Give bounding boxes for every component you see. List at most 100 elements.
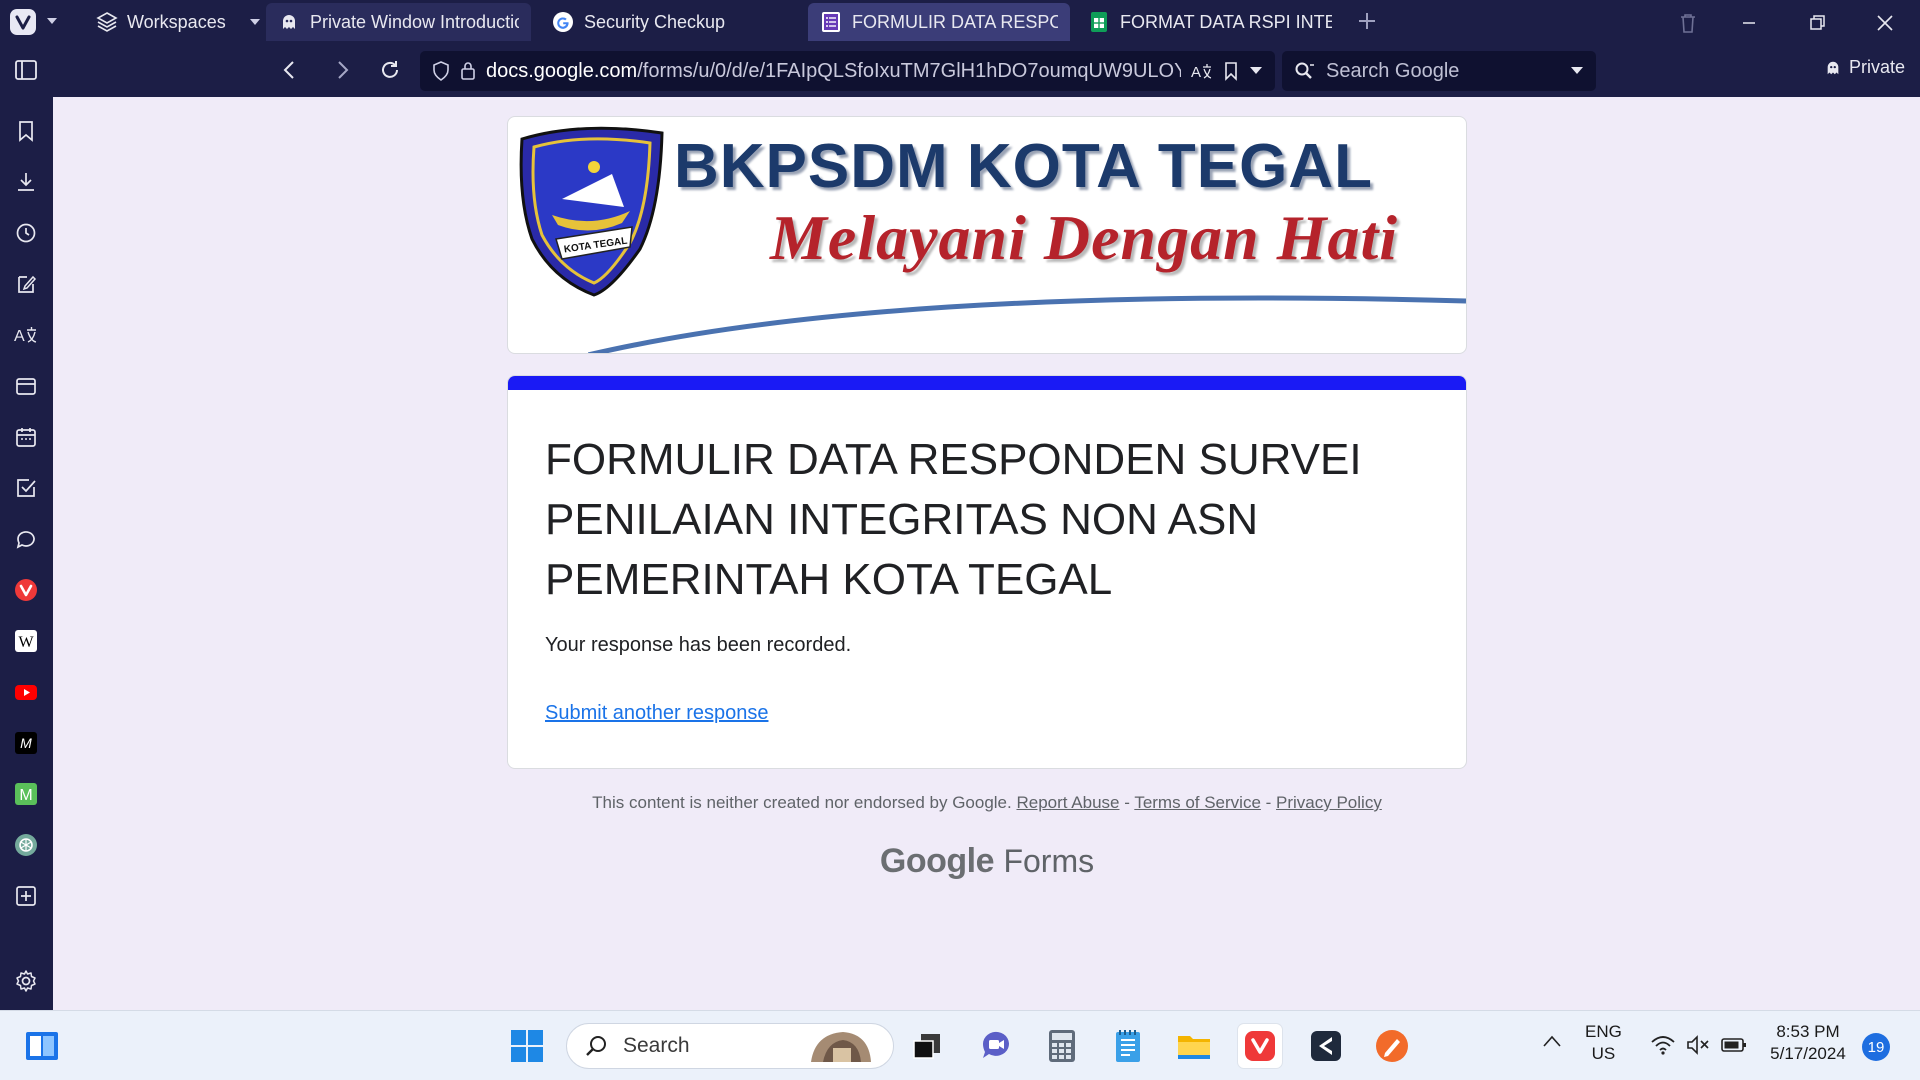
privacy-link[interactable]: Privacy Policy bbox=[1276, 793, 1382, 812]
file-explorer-icon[interactable] bbox=[1172, 1024, 1216, 1068]
downloads-icon[interactable] bbox=[12, 168, 40, 196]
window-panel-icon[interactable] bbox=[12, 372, 40, 400]
mastodon-icon[interactable]: M bbox=[12, 729, 40, 757]
confirmation-message: Your response has been recorded. bbox=[545, 634, 852, 656]
translate-icon[interactable]: A bbox=[12, 321, 40, 349]
vivaldi-menu-icon[interactable] bbox=[10, 9, 36, 35]
card-accent-bar bbox=[508, 376, 1466, 390]
google-forms-icon bbox=[820, 11, 842, 33]
calendar-icon[interactable] bbox=[12, 423, 40, 451]
kota-tegal-emblem-icon: KOTA TEGAL bbox=[519, 126, 664, 297]
chevron-down-icon[interactable] bbox=[1249, 66, 1263, 76]
close-icon[interactable] bbox=[1874, 12, 1896, 34]
private-ghost-icon bbox=[278, 11, 300, 33]
settings-icon[interactable] bbox=[12, 967, 40, 995]
tab-title: FORMAT DATA RSPI INTERNAL bbox=[1120, 11, 1332, 32]
chevron-down-icon[interactable] bbox=[46, 17, 58, 25]
back-icon[interactable] bbox=[278, 58, 302, 82]
teams-chat-icon[interactable] bbox=[974, 1024, 1018, 1068]
wikipedia-icon[interactable]: W bbox=[12, 627, 40, 655]
address-field[interactable]: docs.google.com/forms/u/0/d/e/1FAIpQLSfo… bbox=[420, 51, 1275, 91]
clock-time: 8:53 PM bbox=[1776, 1022, 1840, 1041]
banner-swoosh bbox=[588, 295, 1466, 353]
battery-icon[interactable] bbox=[1720, 1034, 1748, 1056]
history-icon[interactable] bbox=[12, 219, 40, 247]
widgets-icon[interactable] bbox=[20, 1024, 64, 1068]
form-confirmation-card: FORMULIR DATA RESPONDEN SURVEI PENILAIAN… bbox=[507, 375, 1467, 769]
start-icon[interactable] bbox=[505, 1024, 549, 1068]
vivaldi-taskbar-icon[interactable] bbox=[1238, 1024, 1282, 1068]
clock-date: 5/17/2024 bbox=[1770, 1044, 1846, 1063]
notes-icon[interactable] bbox=[12, 270, 40, 298]
language-indicator[interactable]: ENG US bbox=[1585, 1021, 1622, 1065]
clock[interactable]: 8:53 PM 5/17/2024 bbox=[1766, 1021, 1850, 1065]
search-icon bbox=[1294, 61, 1316, 81]
address-toolbar: docs.google.com/forms/u/0/d/e/1FAIpQLSfo… bbox=[0, 44, 1920, 97]
chevron-down-icon[interactable] bbox=[1570, 66, 1584, 76]
new-tab-plus-icon[interactable] bbox=[1356, 10, 1378, 32]
side-panel: A W M M bbox=[0, 97, 53, 1010]
terms-link[interactable]: Terms of Service bbox=[1134, 793, 1261, 812]
panel-toggle-icon[interactable] bbox=[14, 58, 38, 82]
vivaldi-icon[interactable] bbox=[12, 576, 40, 604]
bookmark-icon[interactable] bbox=[1223, 61, 1239, 81]
banner-tagline: Melayani Dengan Hati bbox=[770, 202, 1399, 273]
page-content: KOTA TEGAL BKPSDM KOTA TEGAL Melayani De… bbox=[53, 97, 1920, 1010]
google-forms-logo[interactable]: Google Forms bbox=[507, 842, 1467, 881]
minimize-icon[interactable] bbox=[1738, 12, 1760, 34]
submit-another-link[interactable]: Submit another response bbox=[545, 702, 768, 725]
reload-icon[interactable] bbox=[378, 58, 402, 82]
form-title: FORMULIR DATA RESPONDEN SURVEI PENILAIAN… bbox=[545, 435, 1362, 604]
tab-bar: Workspaces Private Window Introduction S… bbox=[0, 0, 1920, 44]
add-panel-icon[interactable] bbox=[12, 882, 40, 910]
chat-icon[interactable] bbox=[12, 525, 40, 553]
notepad-icon[interactable] bbox=[1106, 1024, 1150, 1068]
search-engine-field[interactable]: Search Google bbox=[1282, 51, 1596, 91]
restore-icon[interactable] bbox=[1806, 12, 1828, 34]
forward-icon[interactable] bbox=[330, 58, 354, 82]
form-footer: This content is neither created nor endo… bbox=[507, 793, 1467, 813]
mail-m-icon[interactable]: M bbox=[12, 780, 40, 808]
tab-formulir-data[interactable]: FORMULIR DATA RESPONDEN bbox=[808, 3, 1070, 41]
search-highlight-icon bbox=[805, 1028, 875, 1064]
taskbar-search-label: Search bbox=[623, 1034, 690, 1057]
taskbar-search[interactable]: Search bbox=[566, 1023, 894, 1069]
youtube-icon[interactable] bbox=[12, 678, 40, 706]
tray-overflow-chevron-icon[interactable] bbox=[1542, 1034, 1562, 1048]
notification-badge[interactable]: 19 bbox=[1862, 1033, 1890, 1061]
svg-text:M: M bbox=[20, 735, 32, 751]
shield-icon[interactable] bbox=[432, 61, 450, 81]
workspaces-button[interactable]: Workspaces bbox=[96, 8, 261, 36]
search-icon bbox=[585, 1034, 609, 1058]
translate-icon[interactable]: A bbox=[1191, 61, 1213, 81]
svg-text:W: W bbox=[18, 634, 34, 651]
tab-format-data[interactable]: FORMAT DATA RSPI INTERNAL bbox=[1076, 3, 1344, 41]
private-indicator: Private bbox=[1825, 57, 1905, 78]
search-placeholder: Search Google bbox=[1326, 59, 1460, 82]
trash-icon[interactable] bbox=[1677, 12, 1699, 34]
windows-taskbar: Search ENG US 8:53 PM 5/17/2024 19 bbox=[0, 1010, 1920, 1080]
separator: - bbox=[1260, 793, 1277, 812]
tasks-icon[interactable] bbox=[12, 474, 40, 502]
task-view-icon[interactable] bbox=[905, 1024, 949, 1068]
svg-text:M: M bbox=[19, 787, 32, 804]
workspaces-label: Workspaces bbox=[127, 11, 226, 32]
tab-security-checkup[interactable]: Security Checkup bbox=[540, 3, 805, 41]
language-line-1: ENG bbox=[1585, 1022, 1622, 1041]
svg-text:A: A bbox=[1191, 64, 1201, 81]
wifi-icon[interactable] bbox=[1650, 1034, 1676, 1056]
lock-icon[interactable] bbox=[460, 61, 476, 81]
speaker-muted-icon[interactable] bbox=[1685, 1034, 1711, 1056]
kleopatra-app-icon[interactable] bbox=[1304, 1024, 1348, 1068]
tab-title: Security Checkup bbox=[584, 11, 726, 32]
pen-app-icon[interactable] bbox=[1370, 1024, 1414, 1068]
logo-google-text: Google bbox=[879, 842, 995, 880]
calculator-icon[interactable] bbox=[1040, 1024, 1084, 1068]
svg-text:A: A bbox=[14, 328, 25, 345]
tab-private-window[interactable]: Private Window Introduction bbox=[266, 3, 531, 41]
bookmarks-icon[interactable] bbox=[12, 117, 40, 145]
chatgpt-icon[interactable] bbox=[12, 831, 40, 859]
report-abuse-link[interactable]: Report Abuse bbox=[1016, 793, 1119, 812]
url-text: docs.google.com/forms/u/0/d/e/1FAIpQLSfo… bbox=[486, 59, 1181, 82]
language-line-2: US bbox=[1591, 1044, 1616, 1063]
